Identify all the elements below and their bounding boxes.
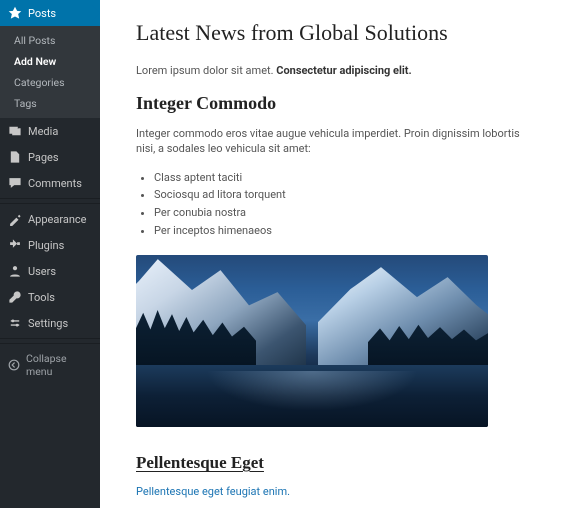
list-item[interactable]: Per conubia nostra (154, 204, 541, 222)
intro-bold: Consectetur adipiscing elit. (276, 64, 411, 77)
intro-paragraph[interactable]: Lorem ipsum dolor sit amet. Consectetur … (136, 64, 541, 77)
sidebar-item-plugins[interactable]: Plugins (0, 232, 100, 258)
sidebar-item-label: Users (28, 265, 56, 278)
users-icon (8, 264, 22, 278)
link-paragraph[interactable]: Pellentesque eget feugiat enim. (136, 485, 541, 498)
menu-separator (0, 338, 100, 344)
list-item[interactable]: Sociosqu ad litora torquent (154, 186, 541, 204)
list-item[interactable]: Per inceptos himenaeos (154, 222, 541, 240)
menu-separator (0, 198, 100, 204)
list-item[interactable]: Class aptent taciti (154, 169, 541, 187)
sidebar-item-label: Media (28, 125, 58, 138)
editor-content: Latest News from Global Solutions Lorem … (100, 0, 569, 508)
sidebar-item-label: Appearance (28, 213, 87, 226)
bullet-list[interactable]: Class aptent taciti Sociosqu ad litora t… (154, 169, 541, 239)
appearance-icon (8, 212, 22, 226)
comments-icon (8, 176, 22, 190)
plugins-icon (8, 238, 22, 252)
sidebar-item-pages[interactable]: Pages (0, 144, 100, 170)
sidebar-item-comments[interactable]: Comments (0, 170, 100, 196)
collapse-menu[interactable]: Collapse menu (0, 346, 100, 384)
submenu-tags[interactable]: Tags (0, 93, 100, 114)
admin-sidebar: Posts All Posts Add New Categories Tags … (0, 0, 100, 508)
posts-submenu: All Posts Add New Categories Tags (0, 26, 100, 118)
heading-integer-commodo[interactable]: Integer Commodo (136, 93, 541, 114)
settings-icon (8, 316, 22, 330)
sidebar-item-label: Plugins (28, 239, 64, 252)
heading-pellentesque-eget[interactable]: Pellentesque Eget (136, 453, 541, 473)
sidebar-item-label: Pages (28, 151, 59, 164)
tools-icon (8, 290, 22, 304)
submenu-all-posts[interactable]: All Posts (0, 30, 100, 51)
pages-icon (8, 150, 22, 164)
collapse-label: Collapse menu (26, 352, 92, 378)
image-decor (136, 365, 488, 427)
sidebar-item-posts[interactable]: Posts (0, 0, 100, 26)
featured-image[interactable] (136, 255, 488, 427)
collapse-icon (8, 359, 20, 371)
pin-icon (8, 6, 22, 20)
sidebar-item-media[interactable]: Media (0, 118, 100, 144)
sidebar-item-appearance[interactable]: Appearance (0, 206, 100, 232)
sidebar-item-users[interactable]: Users (0, 258, 100, 284)
media-icon (8, 124, 22, 138)
sidebar-item-label: Tools (28, 291, 55, 304)
sidebar-item-label: Posts (28, 7, 56, 20)
post-title[interactable]: Latest News from Global Solutions (136, 20, 541, 46)
sidebar-item-tools[interactable]: Tools (0, 284, 100, 310)
body-link[interactable]: Pellentesque eget feugiat enim. (136, 485, 290, 498)
sidebar-item-label: Comments (28, 177, 82, 190)
submenu-add-new[interactable]: Add New (0, 51, 100, 72)
submenu-categories[interactable]: Categories (0, 72, 100, 93)
sidebar-item-settings[interactable]: Settings (0, 310, 100, 336)
app-root: Posts All Posts Add New Categories Tags … (0, 0, 569, 508)
paragraph-1[interactable]: Integer commodo eros vitae augue vehicul… (136, 126, 541, 157)
intro-text: Lorem ipsum dolor sit amet. (136, 64, 276, 77)
sidebar-item-label: Settings (28, 317, 68, 330)
